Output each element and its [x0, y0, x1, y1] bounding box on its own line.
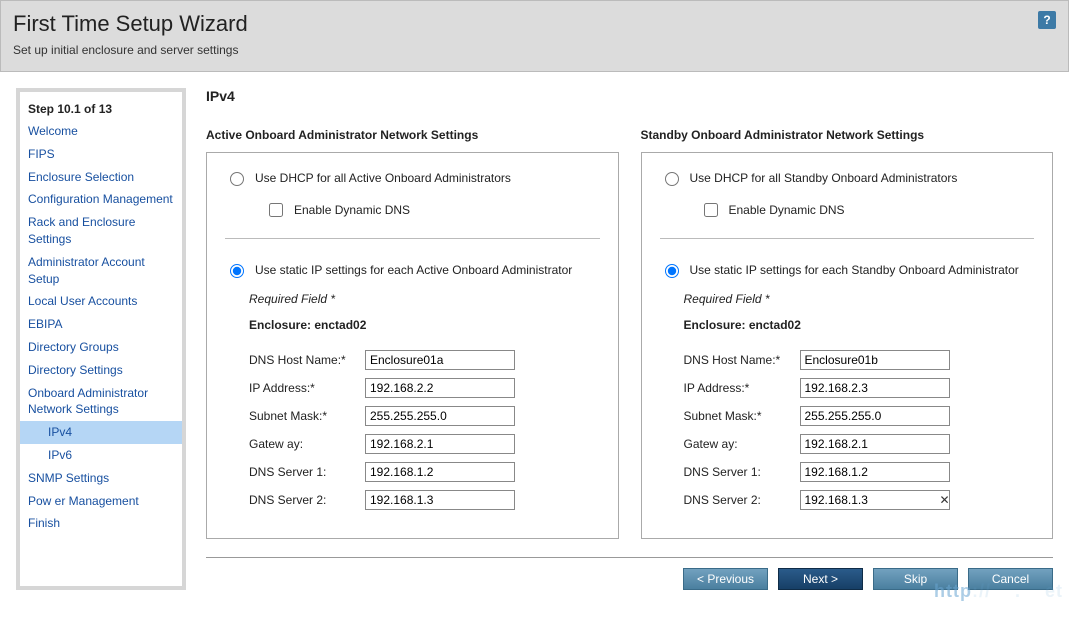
divider [225, 238, 600, 239]
sidebar-item-onboard-administrator-network-settings[interactable]: Onboard Administrator Network Settings [20, 382, 182, 422]
sidebar-item-enclosure-selection[interactable]: Enclosure Selection [20, 166, 182, 189]
standby-dnshost-input[interactable] [800, 350, 950, 370]
wizard-footer: < Previous Next > Skip Cancel [206, 557, 1053, 590]
active-ddns-checkbox[interactable] [269, 203, 283, 217]
sidebar-item-directory-settings[interactable]: Directory Settings [20, 359, 182, 382]
wizard-header: First Time Setup Wizard Set up initial e… [0, 0, 1069, 72]
sidebar-item-welcome[interactable]: Welcome [20, 120, 182, 143]
standby-enclosure-name: Enclosure: enctad02 [660, 318, 1035, 332]
active-dns1-label: DNS Server 1: [249, 465, 359, 479]
next-button[interactable]: Next > [778, 568, 863, 590]
wizard-content: IPv4 Active Onboard Administrator Networ… [206, 88, 1053, 590]
active-ip-label: IP Address:* [249, 381, 359, 395]
standby-gw-input[interactable] [800, 434, 950, 454]
standby-mask-input[interactable] [800, 406, 950, 426]
sidebar-item-ipv6[interactable]: IPv6 [20, 444, 182, 467]
cancel-button[interactable]: Cancel [968, 568, 1053, 590]
standby-dns2-label: DNS Server 2: [684, 493, 794, 507]
sidebar-item-ebipa[interactable]: EBIPA [20, 313, 182, 336]
active-static-label: Use static IP settings for each Active O… [255, 263, 572, 277]
section-heading: IPv4 [206, 88, 1053, 104]
standby-ddns-label: Enable Dynamic DNS [729, 203, 845, 217]
active-ip-input[interactable] [365, 378, 515, 398]
page-subtitle: Set up initial enclosure and server sett… [13, 43, 1052, 57]
active-mask-input[interactable] [365, 406, 515, 426]
active-mask-label: Subnet Mask:* [249, 409, 359, 423]
page-title: First Time Setup Wizard [13, 11, 1052, 37]
standby-ip-label: IP Address:* [684, 381, 794, 395]
sidebar-item-finish[interactable]: Finish [20, 512, 182, 535]
standby-gw-label: Gatew ay: [684, 437, 794, 451]
sidebar-item-configuration-management[interactable]: Configuration Management [20, 188, 182, 211]
active-dns2-label: DNS Server 2: [249, 493, 359, 507]
standby-static-radio[interactable] [665, 264, 679, 278]
sidebar-item-pow-er-management[interactable]: Pow er Management [20, 490, 182, 513]
divider [660, 238, 1035, 239]
standby-ddns-checkbox[interactable] [704, 203, 718, 217]
active-dhcp-label: Use DHCP for all Active Onboard Administ… [255, 171, 511, 185]
active-dhcp-radio[interactable] [230, 172, 244, 186]
help-icon[interactable]: ? [1038, 11, 1056, 29]
active-dnshost-input[interactable] [365, 350, 515, 370]
active-gw-input[interactable] [365, 434, 515, 454]
skip-button[interactable]: Skip [873, 568, 958, 590]
sidebar-item-directory-groups[interactable]: Directory Groups [20, 336, 182, 359]
step-counter: Step 10.1 of 13 [20, 98, 182, 120]
standby-required-note: Required Field * [660, 292, 1035, 306]
previous-button[interactable]: < Previous [683, 568, 768, 590]
standby-panel-title: Standby Onboard Administrator Network Se… [641, 128, 1054, 142]
standby-dnshost-label: DNS Host Name:* [684, 353, 794, 367]
sidebar-item-local-user-accounts[interactable]: Local User Accounts [20, 290, 182, 313]
active-ddns-label: Enable Dynamic DNS [294, 203, 410, 217]
active-dns1-input[interactable] [365, 462, 515, 482]
active-panel-title: Active Onboard Administrator Network Set… [206, 128, 619, 142]
sidebar-item-snmp-settings[interactable]: SNMP Settings [20, 467, 182, 490]
sidebar-item-administrator-account-setup[interactable]: Administrator Account Setup [20, 251, 182, 291]
standby-dns1-input[interactable] [800, 462, 950, 482]
active-enclosure-name: Enclosure: enctad02 [225, 318, 600, 332]
active-dnshost-label: DNS Host Name:* [249, 353, 359, 367]
active-static-radio[interactable] [230, 264, 244, 278]
active-required-note: Required Field * [225, 292, 600, 306]
active-dns2-input[interactable] [365, 490, 515, 510]
standby-oa-section: Standby Onboard Administrator Network Se… [641, 128, 1054, 539]
sidebar-item-ipv4[interactable]: IPv4 [20, 421, 182, 444]
standby-ip-input[interactable] [800, 378, 950, 398]
sidebar-item-fips[interactable]: FIPS [20, 143, 182, 166]
standby-mask-label: Subnet Mask:* [684, 409, 794, 423]
standby-static-label: Use static IP settings for each Standby … [690, 263, 1019, 277]
sidebar-item-rack-and-enclosure-settings[interactable]: Rack and Enclosure Settings [20, 211, 182, 251]
wizard-steps-sidebar: Step 10.1 of 13 WelcomeFIPSEnclosure Sel… [16, 88, 186, 590]
standby-dhcp-label: Use DHCP for all Standby Onboard Adminis… [690, 171, 958, 185]
standby-dns1-label: DNS Server 1: [684, 465, 794, 479]
standby-dhcp-radio[interactable] [665, 172, 679, 186]
active-oa-section: Active Onboard Administrator Network Set… [206, 128, 619, 539]
clear-input-icon[interactable]: ✕ [938, 493, 952, 507]
standby-dns2-input[interactable] [800, 490, 950, 510]
active-gw-label: Gatew ay: [249, 437, 359, 451]
